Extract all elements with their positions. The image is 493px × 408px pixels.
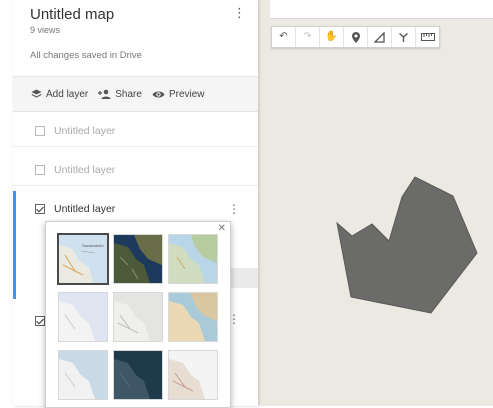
basemap-tile-simple-atlas[interactable] xyxy=(168,292,218,342)
more-options-icon[interactable]: ⋮ xyxy=(233,6,246,19)
layer-name[interactable]: Untitled layer xyxy=(54,125,115,137)
panel-actions: Add layer Share Preview xyxy=(13,77,258,112)
map-title[interactable]: Untitled map xyxy=(30,6,114,23)
layer-checkbox[interactable] xyxy=(35,204,45,214)
layer-checkbox[interactable] xyxy=(35,316,45,326)
basemap-tile-terrain[interactable] xyxy=(168,234,218,284)
share-button[interactable]: Share xyxy=(98,89,142,100)
share-label: Share xyxy=(115,88,142,100)
add-layer-button[interactable]: Add layer xyxy=(31,89,88,100)
close-icon[interactable]: ✕ xyxy=(218,223,226,234)
basemap-tile-satellite[interactable] xyxy=(113,234,163,284)
add-layer-label: Add layer xyxy=(46,88,89,100)
basemap-tile-map[interactable]: Sacramento xyxy=(57,233,109,285)
base-map-picker: ✕ Sacramento xyxy=(45,221,231,408)
layer-row-hover xyxy=(228,268,258,288)
layer-item-active[interactable]: Untitled layer ⋮ xyxy=(13,194,258,224)
layers-icon xyxy=(31,89,42,99)
layer-name[interactable]: Untitled layer xyxy=(54,164,115,176)
layer-name[interactable]: Untitled layer xyxy=(54,203,115,215)
basemap-tile-mono-city[interactable] xyxy=(113,292,163,342)
eye-icon xyxy=(152,90,165,99)
active-layer-indicator xyxy=(13,191,16,299)
panel-header: Untitled map 9 views All changes saved i… xyxy=(13,0,258,77)
map-views-count: 9 views xyxy=(30,25,61,35)
layer-item[interactable]: Untitled layer xyxy=(13,155,258,186)
preview-button[interactable]: Preview xyxy=(152,89,205,100)
svg-text:Sacramento: Sacramento xyxy=(82,243,104,248)
layer-checkbox[interactable] xyxy=(35,165,45,175)
basemap-tile-dark-landmass[interactable] xyxy=(113,350,163,400)
preview-label: Preview xyxy=(168,88,205,100)
save-status: All changes saved in Drive xyxy=(30,50,142,61)
layer-item[interactable]: Untitled layer xyxy=(13,116,258,147)
basemap-tile-light-political[interactable] xyxy=(58,292,108,342)
layer-more-icon[interactable]: ⋮ xyxy=(228,202,240,216)
person-add-icon xyxy=(98,89,111,99)
basemap-tile-light-landmass[interactable] xyxy=(58,350,108,400)
basemap-tile-whitewater[interactable] xyxy=(168,350,218,400)
layer-checkbox[interactable] xyxy=(35,126,45,136)
